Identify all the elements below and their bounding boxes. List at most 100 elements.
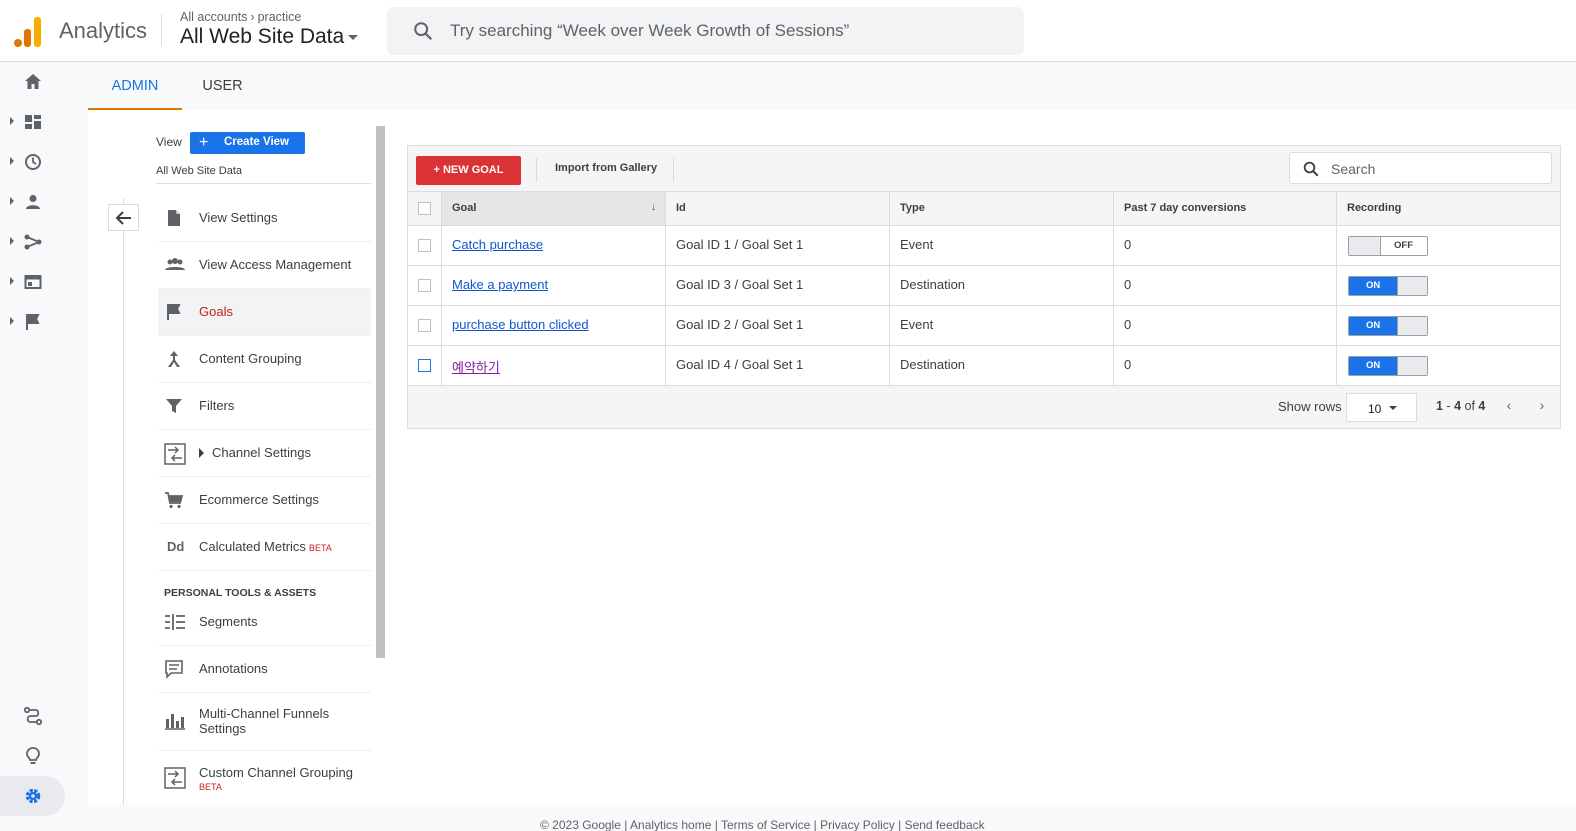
search-placeholder[interactable]: Try searching “Week over Week Growth of … <box>450 21 849 41</box>
menu-filters[interactable]: Filters <box>158 383 371 430</box>
chevron-left-icon[interactable]: ‹ <box>1501 397 1517 415</box>
analytics-logo-icon[interactable] <box>14 15 42 47</box>
breadcrumb[interactable]: All accounts › practice <box>180 10 301 24</box>
row-checkbox[interactable] <box>418 239 431 252</box>
channel-icon <box>164 767 186 789</box>
recording-cell: OFF <box>1337 226 1560 265</box>
table-header: Goal ↓ Id Type Past 7 day conversions Rec… <box>408 192 1560 226</box>
menu-content-grouping[interactable]: Content Grouping <box>158 336 371 383</box>
column-conversions[interactable]: Past 7 day conversions <box>1114 192 1337 225</box>
rail-conversions[interactable] <box>0 302 65 342</box>
menu-label: View Settings <box>199 210 278 225</box>
menu-view-access-management[interactable]: View Access Management <box>158 242 371 289</box>
header-divider <box>161 14 162 46</box>
menu-label-line2: Settings <box>199 721 246 736</box>
caret-down-icon[interactable] <box>348 34 359 40</box>
breadcrumb-account[interactable]: practice <box>258 10 302 24</box>
select-all-checkbox[interactable] <box>418 202 431 215</box>
sort-arrow-icon[interactable]: ↓ <box>651 202 656 213</box>
column-type[interactable]: Type <box>890 192 1114 225</box>
expand-arrow-icon <box>10 157 14 165</box>
rail-discover[interactable] <box>0 736 65 776</box>
clock-icon <box>25 154 41 170</box>
menu-goals[interactable]: Goals <box>158 289 371 336</box>
id-cell: Goal ID 3 / Goal Set 1 <box>666 266 890 305</box>
page-footer[interactable]: © 2023 Google | Analytics home | Terms o… <box>540 818 985 831</box>
goal-link[interactable]: 예약하기 <box>452 360 500 375</box>
expand-arrow-icon <box>10 197 14 205</box>
recording-toggle[interactable]: OFF <box>1348 236 1428 256</box>
property-selector[interactable]: All Web Site Data <box>180 25 359 49</box>
menu-custom-channel-grouping[interactable]: Custom Channel Grouping BETA <box>158 751 371 805</box>
cart-icon <box>165 492 184 509</box>
property-name[interactable]: All Web Site Data <box>180 25 344 48</box>
row-checkbox[interactable] <box>418 359 431 372</box>
menu-ecommerce-settings[interactable]: Ecommerce Settings <box>158 477 371 524</box>
menu-label: Annotations <box>199 661 268 676</box>
menu-segments[interactable]: Segments <box>158 599 371 646</box>
segments-icon <box>165 614 185 630</box>
rail-home[interactable] <box>0 62 65 102</box>
view-label: View <box>156 135 182 149</box>
rail-attribution[interactable] <box>0 696 65 736</box>
recording-toggle[interactable]: ON <box>1348 276 1428 296</box>
recording-cell: ON <box>1337 266 1560 305</box>
rail-behavior[interactable] <box>0 262 65 302</box>
new-goal-button[interactable]: + NEW GOAL <box>416 156 521 185</box>
menu-label: Multi-Channel Funnels <box>199 706 330 721</box>
tab-admin[interactable]: ADMIN <box>88 62 182 110</box>
menu-multi-channel-funnels[interactable]: Multi-Channel Funnels Settings <box>158 693 371 751</box>
global-search[interactable]: Try searching “Week over Week Growth of … <box>387 7 1024 55</box>
view-selector[interactable]: All Web Site Data <box>156 165 242 177</box>
rail-admin[interactable] <box>0 776 65 816</box>
type-cell: Destination <box>890 346 1114 385</box>
view-column: View + Create View All Web Site Data Vie… <box>88 110 388 805</box>
menu-label: Channel Settings <box>199 445 311 460</box>
create-view-button[interactable]: + Create View <box>190 132 305 154</box>
table-row: purchase button clicked Goal ID 2 / Goal… <box>408 306 1560 346</box>
toolbar-separator <box>673 158 674 182</box>
menu-annotations[interactable]: Annotations <box>158 646 371 693</box>
recording-toggle[interactable]: ON <box>1348 316 1428 336</box>
import-from-gallery-button[interactable]: Import from Gallery <box>555 162 657 174</box>
table-row: Make a payment Goal ID 3 / Goal Set 1 De… <box>408 266 1560 306</box>
rail-customization[interactable] <box>0 102 65 142</box>
dd-icon: Dd <box>167 539 185 554</box>
expand-triangle-icon[interactable] <box>199 448 204 458</box>
conversions-cell: 0 <box>1114 306 1337 345</box>
back-button[interactable] <box>108 204 139 231</box>
id-cell: Goal ID 2 / Goal Set 1 <box>666 306 890 345</box>
divider <box>156 183 371 184</box>
recording-toggle[interactable]: ON <box>1348 356 1428 376</box>
flag-icon <box>26 314 40 330</box>
dashboard-icon <box>25 115 41 129</box>
row-checkbox[interactable] <box>418 279 431 292</box>
conversions-cell: 0 <box>1114 266 1337 305</box>
table-search-input[interactable]: Search <box>1289 152 1552 184</box>
breadcrumb-accounts[interactable]: All accounts <box>180 10 247 24</box>
goal-link[interactable]: purchase button clicked <box>452 317 589 332</box>
type-cell: Destination <box>890 266 1114 305</box>
menu-calculated-metrics[interactable]: Dd Calculated Metrics BETA <box>158 524 371 571</box>
chevron-right-icon[interactable]: › <box>1534 397 1550 415</box>
id-cell: Goal ID 4 / Goal Set 1 <box>666 346 890 385</box>
menu-view-settings[interactable]: View Settings <box>158 195 371 242</box>
row-select-cell <box>408 266 442 305</box>
tab-user[interactable]: USER <box>195 62 250 110</box>
recording-cell: ON <box>1337 346 1560 385</box>
channel-icon <box>164 443 186 465</box>
rows-per-page-select[interactable]: 10 <box>1346 393 1417 422</box>
rail-realtime[interactable] <box>0 142 65 182</box>
rail-audience[interactable] <box>0 182 65 222</box>
row-checkbox[interactable] <box>418 319 431 332</box>
goal-link[interactable]: Make a payment <box>452 277 548 292</box>
column-goal[interactable]: Goal ↓ <box>442 192 666 225</box>
menu-channel-settings[interactable]: Channel Settings <box>158 430 371 477</box>
scrollbar[interactable] <box>376 126 385 658</box>
chevron-right-icon: › <box>250 10 255 24</box>
document-icon <box>168 210 180 226</box>
column-id[interactable]: Id <box>666 192 890 225</box>
rail-acquisition[interactable] <box>0 222 65 262</box>
goal-link[interactable]: Catch purchase <box>452 237 543 252</box>
column-recording[interactable]: Recording <box>1337 192 1560 225</box>
